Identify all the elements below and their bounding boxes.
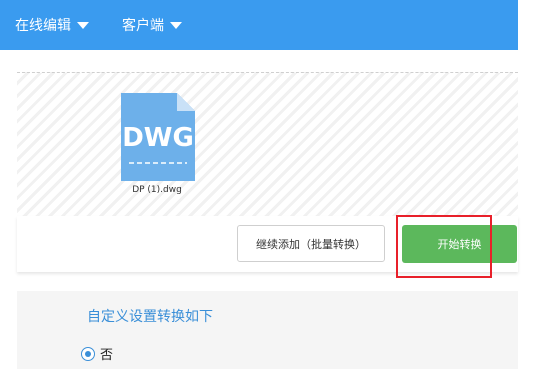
continue-add-button[interactable]: 继续添加（批量转换） (237, 225, 385, 262)
settings-panel: 自定义设置转换如下 否 (17, 291, 518, 369)
radio-button[interactable] (81, 346, 95, 361)
start-convert-button[interactable]: 开始转换 (402, 225, 517, 263)
option-no[interactable]: 否 (81, 344, 113, 363)
nav-client[interactable]: 客户端 (122, 15, 182, 35)
file-name: DP (1).dwg (132, 185, 182, 195)
action-bar: 继续添加（批量转换） 开始转换 (17, 216, 518, 272)
nav-online-edit[interactable]: 在线编辑 (15, 15, 89, 35)
nav-client-label: 客户端 (122, 18, 164, 34)
top-nav-bar: 在线编辑 客户端 (0, 0, 518, 50)
option-no-label: 否 (100, 348, 114, 363)
nav-online-edit-label: 在线编辑 (15, 18, 71, 34)
radio-selected-dot (85, 350, 91, 357)
chevron-down-icon (170, 21, 182, 29)
settings-title: 自定义设置转换如下 (87, 309, 213, 325)
upload-area[interactable]: DWG DP (1).dwg (17, 72, 518, 217)
dwg-file-icon: DWG (121, 93, 195, 181)
chevron-down-icon (77, 21, 89, 29)
file-type-label: DWG (122, 123, 194, 153)
